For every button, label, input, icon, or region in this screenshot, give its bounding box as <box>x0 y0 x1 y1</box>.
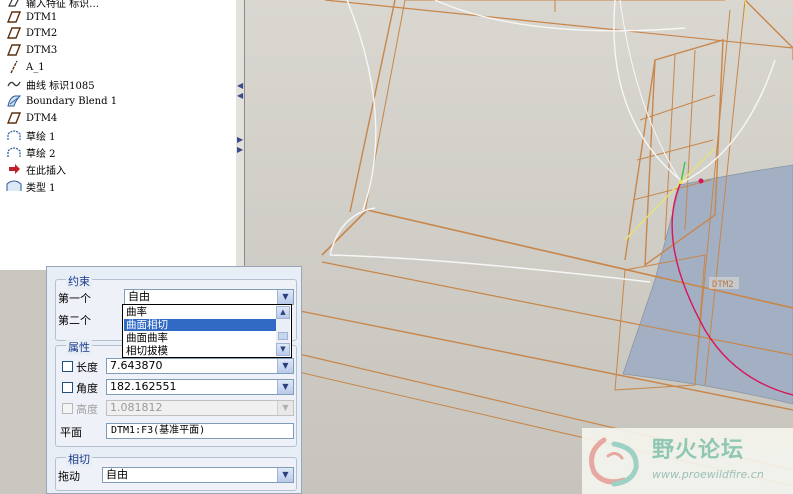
boundary-condition-panel: 约束 第一个 自由 ▼ 第二个 属性 长度 7.643870 ▼ 角度 182.… <box>46 266 302 494</box>
plane-label: 平面 <box>60 426 82 439</box>
boundary-blend-icon <box>6 94 22 108</box>
datum-edge <box>349 0 396 213</box>
dropdown-scrollbar[interactable]: ▲ ▼ <box>276 306 290 356</box>
angle-label: 角度 <box>76 382 98 395</box>
datum-plane-icon <box>6 111 22 125</box>
control-point[interactable] <box>698 178 704 184</box>
first-constraint-value: 自由 <box>128 290 150 303</box>
axis-marker <box>744 0 748 21</box>
tree-item-sketch-2[interactable]: 草绘 2 <box>6 144 56 160</box>
tree-item-label: 在此插入 <box>26 165 66 177</box>
first-constraint-select[interactable]: 自由 ▼ <box>124 289 294 305</box>
model-tree: 输入特征 标识… DTM1 DTM2 DTM3 A_1 曲线 标识1085 Bo… <box>0 0 237 270</box>
curve-icon <box>6 77 22 91</box>
tree-item-type-1[interactable]: 类型 1 <box>6 178 56 194</box>
tree-item-label: A_1 <box>26 61 45 73</box>
tree-item-label: DTM2 <box>26 27 58 39</box>
tree-item-label: 草绘 2 <box>26 148 56 160</box>
length-label: 长度 <box>76 361 98 374</box>
datum-plane-icon <box>6 10 22 24</box>
sketch-icon <box>6 128 22 142</box>
insert-here-icon <box>6 162 22 176</box>
length-checkbox[interactable] <box>62 361 73 372</box>
angle-value: 182.162551 <box>110 380 177 393</box>
feature-icon <box>6 0 22 9</box>
angle-field[interactable]: 182.162551 ▼ <box>106 379 294 395</box>
plane-reference-field[interactable]: DTM1:F3(基准平面) <box>106 423 294 439</box>
sketch-icon <box>6 145 22 159</box>
graphics-viewport[interactable]: DTM2 <box>245 0 793 494</box>
watermark: 野火论坛 www.proewildfire.cn <box>582 428 793 494</box>
tree-item-dtm2[interactable]: DTM2 <box>6 25 57 41</box>
tree-item-dtm4[interactable]: DTM4 <box>6 110 57 126</box>
scroll-thumb[interactable] <box>278 332 288 340</box>
tree-item-label: DTM1 <box>26 11 58 23</box>
properties-group: 属性 长度 7.643870 ▼ 角度 182.162551 ▼ 高度 1.08… <box>55 339 297 447</box>
tangent-group: 相切 拖动 自由 ▼ <box>55 451 297 491</box>
tree-item-label: Boundary Blend 1 <box>26 95 118 107</box>
boundary-curve <box>613 0 776 183</box>
type-feature-icon <box>6 179 22 193</box>
height-value: 1.081812 <box>110 401 163 414</box>
model-scene: DTM2 <box>254 0 793 487</box>
tree-item-dtm1[interactable]: DTM1 <box>6 9 57 25</box>
drag-label: 拖动 <box>58 470 80 483</box>
dropdown-option-highlighted[interactable]: 曲面相切 <box>124 319 276 331</box>
chevron-down-icon[interactable]: ▼ <box>277 468 293 482</box>
tangent-title: 相切 <box>66 451 92 467</box>
properties-title: 属性 <box>66 339 92 355</box>
datum-axis-icon <box>6 60 22 74</box>
height-field: 1.081812 ▼ <box>106 400 294 416</box>
control-point[interactable] <box>679 180 683 184</box>
chevron-down-icon[interactable]: ▼ <box>277 290 293 304</box>
datum-tag: DTM2 <box>712 280 734 290</box>
height-checkbox <box>62 403 73 414</box>
watermark-url: www.proewildfire.cn <box>652 468 764 481</box>
angle-checkbox[interactable] <box>62 382 73 393</box>
second-label: 第二个 <box>58 314 91 327</box>
chevron-down-icon[interactable]: ▼ <box>277 359 293 373</box>
tree-item-sketch-1[interactable]: 草绘 1 <box>6 127 56 143</box>
chevron-down-icon[interactable]: ▼ <box>277 380 293 394</box>
tree-item-curve[interactable]: 曲线 标识1085 <box>6 76 95 92</box>
tree-item-label: DTM3 <box>26 44 58 56</box>
chevron-left-icon[interactable]: ◀ <box>237 82 243 90</box>
first-label: 第一个 <box>58 292 91 305</box>
length-field[interactable]: 7.643870 ▼ <box>106 358 294 374</box>
datum-edge <box>744 0 793 49</box>
drag-value: 自由 <box>106 468 128 481</box>
watermark-title: 野火论坛 <box>652 438 745 463</box>
drag-select[interactable]: 自由 ▼ <box>102 467 294 483</box>
chevron-right-icon[interactable]: ▶ <box>237 146 243 154</box>
tree-item-insert-here[interactable]: 在此插入 <box>6 161 66 177</box>
chevron-down-icon: ▼ <box>277 401 293 415</box>
tree-item-label: DTM4 <box>26 112 58 124</box>
tree-item-label: 曲线 标识1085 <box>26 80 95 92</box>
height-label: 高度 <box>76 403 98 416</box>
constraint-dropdown-list[interactable]: 曲率 曲面相切 曲面曲率 相切拔模 ▲ ▼ <box>122 304 292 358</box>
boundary-curve <box>329 207 651 283</box>
scroll-up-icon[interactable]: ▲ <box>276 306 290 319</box>
length-value: 7.643870 <box>110 359 163 372</box>
tree-item-dtm3[interactable]: DTM3 <box>6 42 57 58</box>
tree-item-label: 草绘 1 <box>26 131 56 143</box>
boundary-curve <box>346 0 377 211</box>
chevron-left-icon[interactable]: ◀ <box>237 92 243 100</box>
tree-item-label: 类型 1 <box>26 182 56 194</box>
constraints-title: 约束 <box>66 273 92 289</box>
dropdown-option[interactable]: 相切拔模 <box>124 345 276 357</box>
scroll-down-icon[interactable]: ▼ <box>276 343 290 356</box>
dropdown-option[interactable]: 曲率 <box>124 306 276 318</box>
dropdown-option[interactable]: 曲面曲率 <box>124 332 276 344</box>
tree-item-a1[interactable]: A_1 <box>6 59 45 75</box>
datum-plane-icon <box>6 26 22 40</box>
watermark-logo-icon <box>589 437 639 487</box>
datum-plane-icon <box>6 43 22 57</box>
chevron-right-icon[interactable]: ▶ <box>237 136 243 144</box>
plane-value: DTM1:F3(基准平面) <box>111 425 206 436</box>
tree-item-boundary-blend[interactable]: Boundary Blend 1 <box>6 93 117 109</box>
